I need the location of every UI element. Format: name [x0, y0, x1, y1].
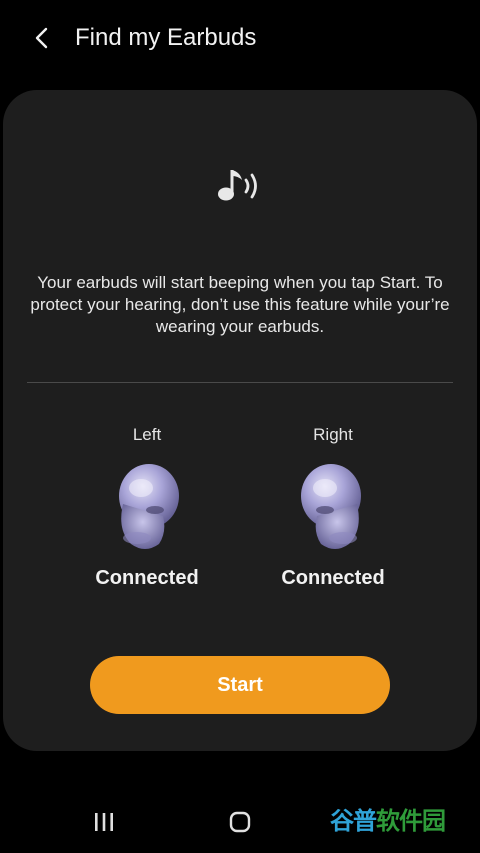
left-earbud: Left Connected: [67, 420, 227, 600]
left-earbud-status: Connected: [95, 567, 199, 589]
right-earbud-status: Connected: [281, 567, 385, 589]
right-earbud: Right Connected: [253, 420, 413, 600]
left-earbud-image: [119, 464, 179, 549]
page-title: Find my Earbuds: [75, 24, 257, 51]
chevron-left-icon: [35, 27, 48, 49]
start-button[interactable]: Start: [90, 656, 390, 714]
divider: [27, 382, 453, 383]
music-note-sound-icon: [218, 170, 257, 201]
right-earbud-label: Right: [313, 425, 353, 444]
watermark-logo: 谷普软件园: [330, 802, 470, 842]
right-earbud-image: [301, 464, 361, 549]
recent-apps-button[interactable]: [79, 802, 129, 842]
left-earbud-label: Left: [132, 425, 162, 444]
app-header: Find my Earbuds: [0, 0, 480, 80]
recent-apps-icon: [95, 813, 113, 831]
home-button[interactable]: [215, 802, 265, 842]
feature-description: Your earbuds will start beeping when you…: [30, 273, 450, 336]
back-button[interactable]: [22, 18, 62, 58]
home-icon: [229, 811, 251, 833]
watermark-accent-text: 谷普: [330, 808, 377, 835]
watermark-text: 软件园: [376, 808, 446, 835]
